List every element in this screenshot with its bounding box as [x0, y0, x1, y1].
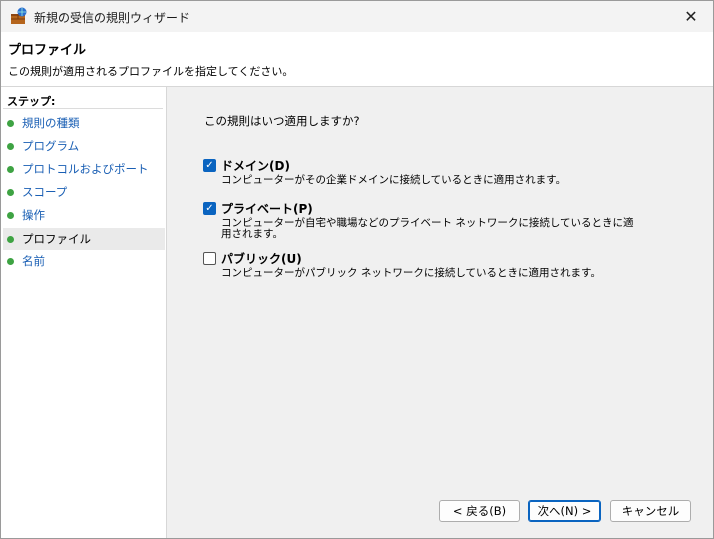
step-bullet-icon — [7, 142, 14, 150]
question-text: この規則はいつ適用しますか? — [204, 114, 360, 128]
page-title: プロファイル — [8, 43, 87, 58]
sidebar-item-label: スコープ — [22, 185, 68, 199]
close-icon: ✕ — [684, 7, 698, 26]
sidebar-item-label: 規則の種類 — [22, 116, 80, 130]
sidebar-item-program[interactable]: プログラム — [3, 135, 165, 157]
public-description: コンピューターがパブリック ネットワークに接続しているときに適用されます。 — [221, 267, 601, 279]
step-bullet-icon — [7, 165, 14, 173]
private-checkbox[interactable]: ✓ — [203, 202, 216, 215]
sidebar-item-rule-type[interactable]: 規則の種類 — [3, 112, 165, 134]
page-description: この規則が適用されるプロファイルを指定してください。 — [8, 65, 294, 78]
firewall-app-icon — [10, 7, 28, 25]
step-bullet-icon — [7, 119, 14, 127]
domain-label[interactable]: ドメイン(D) — [221, 157, 290, 174]
private-description: コンピューターが自宅や職場などのプライベート ネットワークに接続しているときに適… — [221, 217, 634, 240]
sidebar-item-label: プロトコルおよびポート — [22, 162, 149, 176]
domain-checkbox[interactable]: ✓ — [203, 159, 216, 172]
wizard-window: 新規の受信の規則ウィザード ✕ プロファイル この規則が適用されるプロファイルを… — [0, 0, 714, 539]
steps-sidebar: ステップ: 規則の種類 プログラム プロトコルおよびポート スコープ 操作 プロ… — [1, 87, 167, 538]
sidebar-item-label: 操作 — [22, 208, 45, 222]
sidebar-item-profile[interactable]: プロファイル — [3, 228, 165, 250]
window-title: 新規の受信の規則ウィザード — [34, 11, 191, 25]
sidebar-item-protocol-port[interactable]: プロトコルおよびポート — [3, 158, 165, 180]
sidebar-item-label: プロファイル — [22, 232, 91, 246]
sidebar-item-scope[interactable]: スコープ — [3, 181, 165, 203]
sidebar-item-label: 名前 — [22, 254, 45, 268]
step-bullet-icon — [7, 188, 14, 196]
divider — [3, 108, 163, 109]
step-bullet-icon — [7, 211, 14, 219]
close-button[interactable]: ✕ — [669, 1, 713, 32]
back-button[interactable]: < 戻る(B) — [439, 500, 520, 522]
private-label[interactable]: プライベート(P) — [221, 200, 313, 217]
sidebar-item-label: プログラム — [22, 139, 80, 153]
next-button[interactable]: 次へ(N) > — [528, 500, 601, 522]
sidebar-item-name[interactable]: 名前 — [3, 250, 165, 272]
public-label[interactable]: パブリック(U) — [221, 250, 302, 267]
cancel-button[interactable]: キャンセル — [610, 500, 691, 522]
step-bullet-icon — [7, 235, 14, 243]
main-content: この規則はいつ適用しますか? ✓ ドメイン(D) コンピューターがその企業ドメイ… — [169, 87, 713, 538]
wizard-header: プロファイル この規則が適用されるプロファイルを指定してください。 — [1, 32, 713, 87]
step-bullet-icon — [7, 257, 14, 265]
sidebar-item-action[interactable]: 操作 — [3, 204, 165, 226]
title-bar: 新規の受信の規則ウィザード ✕ — [1, 1, 713, 32]
public-checkbox[interactable] — [203, 252, 216, 265]
steps-heading: ステップ: — [7, 95, 56, 108]
domain-description: コンピューターがその企業ドメインに接続しているときに適用されます。 — [221, 174, 567, 186]
